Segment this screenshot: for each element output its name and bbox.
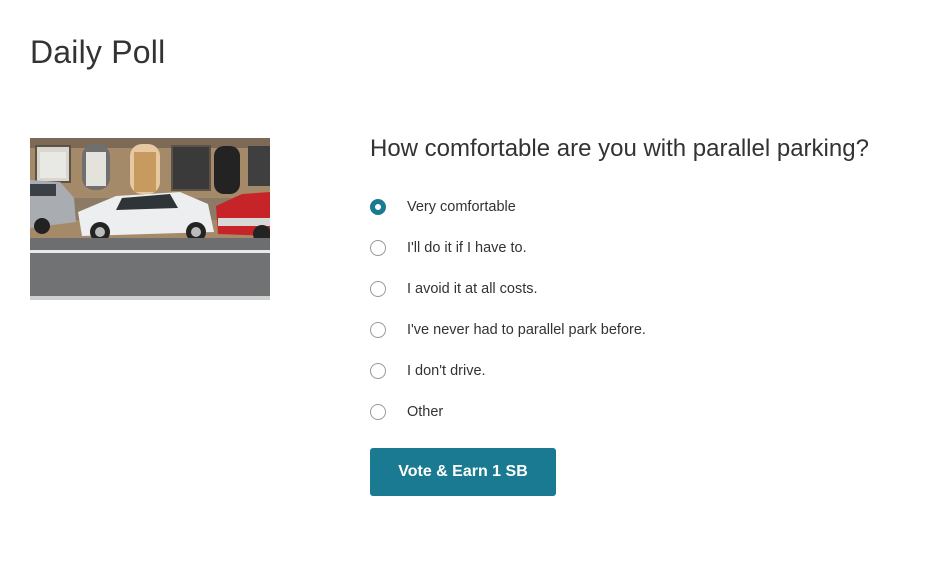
radio-button[interactable] [370,280,386,297]
daily-poll-page: Daily Poll How comfortable are you with … [0,0,929,565]
poll-image [30,138,270,300]
radio-button[interactable] [370,362,386,379]
option-label: Other [407,403,444,420]
poll-options: Very comfortable I'll do it if I have to… [370,186,920,432]
option-label: I don't drive. [407,362,486,379]
poll-option-dont-drive[interactable]: I don't drive. [370,350,920,391]
radio-button-selected[interactable] [370,198,386,215]
poll-option-avoid-it[interactable]: I avoid it at all costs. [370,268,920,309]
option-label: I'll do it if I have to. [407,239,527,256]
poll-option-if-have-to[interactable]: I'll do it if I have to. [370,227,920,268]
option-label: I avoid it at all costs. [407,280,538,297]
parked-cars-photo [30,138,270,300]
page-title: Daily Poll [30,34,166,70]
radio-button[interactable] [370,403,386,420]
poll-option-very-comfortable[interactable]: Very comfortable [370,186,920,227]
vote-button[interactable]: Vote & Earn 1 SB [370,448,556,496]
poll-option-other[interactable]: Other [370,391,920,432]
radio-button[interactable] [370,321,386,338]
radio-button[interactable] [370,239,386,256]
poll-panel: How comfortable are you with parallel pa… [370,134,920,496]
poll-option-never-parallel-parked[interactable]: I've never had to parallel park before. [370,309,920,350]
poll-question: How comfortable are you with parallel pa… [370,135,869,162]
option-label: I've never had to parallel park before. [407,321,646,338]
option-label: Very comfortable [407,198,516,215]
